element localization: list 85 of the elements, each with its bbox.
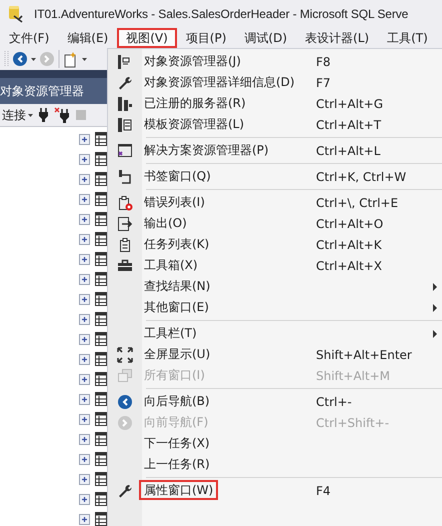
menu-item[interactable]: 项目(P) bbox=[176, 28, 236, 48]
panel-title: 对象资源管理器 bbox=[0, 82, 84, 100]
menu-item[interactable]: 上一任务(R) bbox=[139, 454, 215, 474]
wrench-icon bbox=[117, 74, 133, 90]
wrench-icon bbox=[117, 482, 133, 498]
expand-icon[interactable] bbox=[79, 334, 90, 344]
menu-item[interactable]: 已注册的服务器(R) bbox=[139, 93, 251, 113]
shortcut-label: Ctrl+Alt+G bbox=[316, 96, 384, 110]
expand-icon[interactable] bbox=[79, 234, 90, 244]
shortcut-label: Ctrl+Alt+L bbox=[316, 144, 380, 158]
toolbox-icon bbox=[117, 258, 133, 274]
shortcut-label: Ctrl+Alt+K bbox=[316, 238, 382, 252]
menu-item[interactable]: 模板资源管理器(L) bbox=[139, 114, 250, 134]
shortcut-label: F7 bbox=[316, 76, 331, 90]
expand-icon[interactable] bbox=[79, 274, 90, 284]
shortcut-label: Shift+Alt+Enter bbox=[316, 348, 412, 362]
expand-icon[interactable] bbox=[79, 194, 90, 204]
toolbar-separator bbox=[58, 50, 60, 68]
menu-item[interactable]: 视图(V) bbox=[117, 28, 177, 48]
back-icon[interactable] bbox=[12, 51, 28, 67]
menu-item[interactable]: 其他窗口(E) bbox=[139, 297, 214, 317]
menu-item[interactable]: 解决方案资源管理器(P) bbox=[139, 140, 274, 160]
expand-icon[interactable] bbox=[79, 494, 90, 504]
window-title: IT01.AdventureWorks - Sales.SalesOrderHeader - Microsoft SQL Serve bbox=[34, 7, 408, 21]
expand-icon[interactable] bbox=[79, 514, 90, 524]
menu-item[interactable]: 工具栏(T) bbox=[139, 323, 202, 343]
menu-item[interactable]: 属性窗口(W) bbox=[139, 480, 218, 500]
menu-item[interactable]: 书签窗口(Q) bbox=[139, 166, 216, 186]
shortcut-label: Ctrl+Alt+T bbox=[316, 118, 382, 132]
expand-icon[interactable] bbox=[79, 314, 90, 324]
menu-item[interactable]: 编辑(E) bbox=[58, 28, 118, 48]
shortcut-label: Ctrl+K, Ctrl+W bbox=[316, 170, 406, 184]
forward-icon bbox=[117, 414, 133, 430]
menu-item[interactable]: 向后导航(B) bbox=[139, 391, 215, 411]
expand-icon[interactable] bbox=[79, 154, 90, 164]
menu-item[interactable]: 错误列表(I) bbox=[139, 192, 210, 212]
expand-icon[interactable] bbox=[79, 454, 90, 464]
menu-item[interactable]: 对象资源管理器(J) bbox=[139, 51, 246, 71]
shortcut-label: Ctrl+- bbox=[316, 394, 352, 408]
caret-icon[interactable] bbox=[31, 58, 36, 60]
expand-icon[interactable] bbox=[79, 134, 90, 144]
shortcut-label: Ctrl+Alt+X bbox=[316, 258, 382, 272]
expand-icon[interactable] bbox=[79, 294, 90, 304]
solution-icon bbox=[117, 142, 133, 158]
menu-item[interactable]: 对象资源管理器详细信息(D) bbox=[139, 72, 300, 92]
expand-icon[interactable] bbox=[79, 394, 90, 404]
connect-button[interactable]: 连接 bbox=[2, 106, 33, 124]
toolbar-grip bbox=[4, 50, 9, 68]
menu-item[interactable]: 查找结果(N) bbox=[139, 276, 216, 296]
menu-item[interactable]: 下一任务(X) bbox=[139, 433, 215, 453]
shortcut-label: Ctrl+\, Ctrl+E bbox=[316, 196, 398, 210]
expand-icon[interactable] bbox=[79, 254, 90, 264]
bookmark-icon bbox=[117, 168, 133, 184]
menu-item[interactable]: 任务列表(K) bbox=[139, 234, 214, 254]
menu-item[interactable]: 全屏显示(U) bbox=[139, 344, 216, 364]
shortcut-label: Ctrl+Shift+- bbox=[316, 416, 390, 430]
menu-item[interactable]: 文件(F) bbox=[0, 28, 58, 48]
shortcut-label: F8 bbox=[316, 54, 331, 68]
windows-icon bbox=[117, 368, 133, 384]
shortcut-label: F4 bbox=[316, 484, 331, 498]
fullscreen-icon bbox=[117, 346, 133, 362]
expand-icon[interactable] bbox=[79, 434, 90, 444]
expand-icon[interactable] bbox=[79, 374, 90, 384]
menu-item[interactable]: 工具(T) bbox=[378, 28, 437, 48]
plug-icon[interactable] bbox=[38, 107, 49, 123]
template-icon bbox=[117, 116, 133, 132]
back-icon bbox=[117, 394, 133, 410]
output-icon bbox=[117, 216, 133, 232]
caret-icon[interactable] bbox=[82, 58, 87, 60]
shortcut-label: Ctrl+Alt+O bbox=[316, 216, 384, 230]
clipboard-icon bbox=[117, 236, 133, 252]
expand-icon[interactable] bbox=[79, 414, 90, 424]
expand-icon[interactable] bbox=[79, 174, 90, 184]
menu-item[interactable]: 工具箱(X) bbox=[139, 255, 203, 275]
shortcut-label: Shift+Alt+M bbox=[316, 368, 390, 382]
disconnect-icon[interactable] bbox=[54, 107, 70, 123]
clipboard-error-icon bbox=[117, 194, 133, 210]
menu-item[interactable]: 输出(O) bbox=[139, 213, 192, 233]
expand-icon[interactable] bbox=[79, 474, 90, 484]
expand-icon[interactable] bbox=[79, 214, 90, 224]
menu-item[interactable]: 表设计器(L) bbox=[296, 28, 378, 48]
menu-item[interactable]: 调试(D) bbox=[235, 28, 296, 48]
caret-icon bbox=[28, 114, 33, 116]
server-icon bbox=[117, 96, 133, 112]
expand-icon[interactable] bbox=[79, 354, 90, 364]
